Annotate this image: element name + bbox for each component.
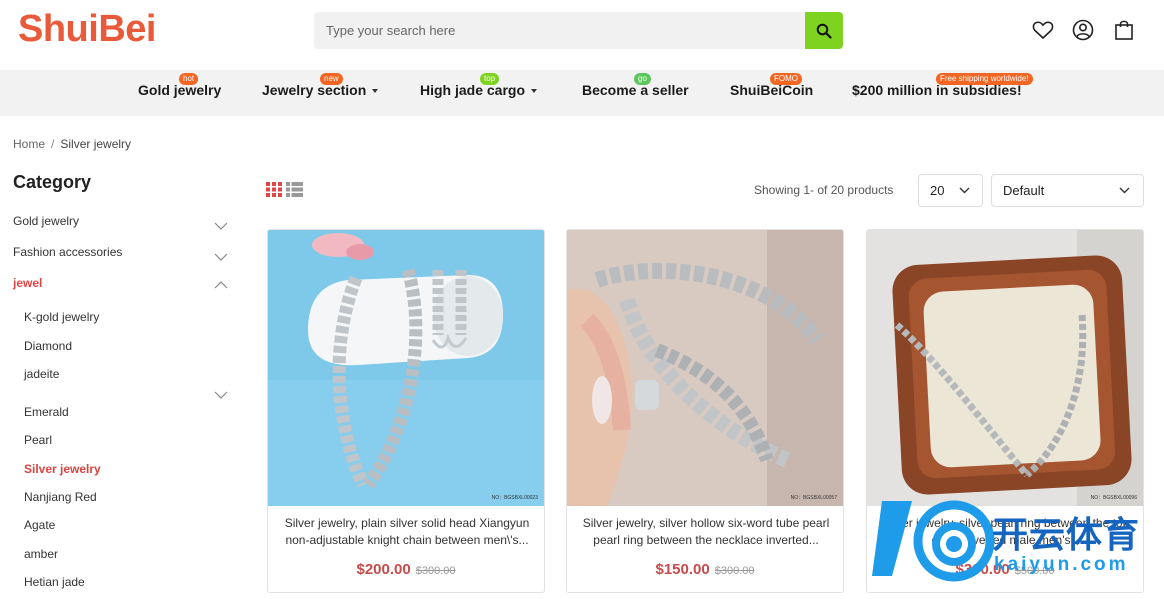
chevron-up-icon[interactable]	[214, 281, 228, 289]
nav-badge: Free shipping worldwide!	[936, 73, 1033, 85]
account-button[interactable]	[1072, 19, 1094, 41]
search-input[interactable]	[314, 12, 805, 49]
breadcrumb: Home / Silver jewelry	[13, 137, 131, 151]
per-page-select[interactable]: 20	[918, 174, 983, 207]
nav-badge: hot	[179, 73, 199, 85]
nav-badge: go	[634, 73, 651, 85]
watermark-cn-text: 开云体育	[992, 515, 1141, 556]
product-old-price: $300.00	[714, 565, 755, 577]
breadcrumb-separator: /	[51, 137, 55, 151]
subcategory-pearl[interactable]: Pearl	[24, 433, 52, 447]
chevron-down-icon[interactable]	[214, 253, 228, 261]
shopping-bag-icon	[1115, 20, 1133, 40]
nav-subsidies[interactable]: $200 million in subsidies! Free shipping…	[852, 73, 1033, 98]
subcategory-diamond[interactable]: Diamond	[24, 339, 72, 353]
chevron-down-icon[interactable]	[214, 391, 228, 399]
category-title: Category	[13, 172, 92, 192]
subcategory-silver-jewelry[interactable]: Silver jewelry	[24, 462, 101, 476]
product-price: $200.00	[356, 561, 411, 578]
category-jewel[interactable]: jewel	[13, 276, 42, 290]
product-card[interactable]: NO：BGSBXL00057 Silver jewelry, silver ho…	[566, 229, 844, 593]
category-gold-jewelry[interactable]: Gold jewelry	[13, 214, 79, 228]
user-icon	[1072, 19, 1094, 41]
nav-badge: FOMO	[770, 73, 802, 85]
subcategory-amber[interactable]: amber	[24, 547, 58, 561]
subcategory-nanjiang-red[interactable]: Nanjiang Red	[24, 490, 97, 504]
product-title[interactable]: Silver jewelry, silver hollow six-word t…	[573, 515, 839, 549]
product-image[interactable]: NO：BGSBXL00096	[867, 230, 1143, 506]
product-image[interactable]: NO：BGSBXL00057	[567, 230, 843, 506]
nav-badge: new	[320, 73, 343, 85]
search-button[interactable]	[805, 12, 843, 49]
chevron-down-icon	[1119, 187, 1130, 194]
subcategory-hetian-jade[interactable]: Hetian jade	[24, 575, 85, 589]
caret-down-icon	[372, 89, 379, 94]
cart-button[interactable]	[1113, 19, 1135, 41]
breadcrumb-current: Silver jewelry	[60, 137, 132, 151]
nav-label: Become a seller	[582, 82, 689, 98]
wishlist-button[interactable]	[1032, 19, 1054, 41]
product-sku: NO：BGSBXL00023	[491, 495, 538, 501]
result-count: Showing 1- of 20 products	[754, 183, 894, 197]
per-page-value: 20	[930, 183, 945, 198]
watermark-overlay: 开云体育 kaiyun.com	[872, 496, 1157, 586]
product-prices: $150.00 $300.00	[567, 561, 843, 579]
nav-high-jade-cargo[interactable]: High jade cargo top	[420, 73, 538, 98]
nav-label: Gold jewelry	[138, 82, 222, 98]
caret-down-icon	[531, 89, 538, 94]
subcategory-emerald[interactable]: Emerald	[24, 405, 69, 419]
sort-value: Default	[1003, 183, 1045, 198]
nav-gold-jewelry[interactable]: Gold jewelry hot	[138, 73, 222, 98]
nav-badge: top	[480, 73, 500, 85]
chevron-down-icon[interactable]	[214, 222, 228, 230]
category-fashion-accessories[interactable]: Fashion accessories	[13, 245, 122, 259]
breadcrumb-home[interactable]: Home	[13, 137, 45, 151]
watermark-url-text: kaiyun.com	[994, 554, 1129, 575]
site-header: ShuiBei	[0, 0, 1164, 70]
nav-label: ShuiBeiCoin	[730, 82, 814, 98]
search-bar	[314, 12, 843, 49]
product-image[interactable]: NO：BGSBXL00023	[268, 230, 544, 506]
subcategory-k-gold-jewelry[interactable]: K-gold jewelry	[24, 310, 99, 324]
product-card[interactable]: NO：BGSBXL00023 Silver jewelry, plain sil…	[267, 229, 545, 593]
nav-label: Jewelry section	[262, 82, 367, 98]
product-title[interactable]: Silver jewelry, plain silver solid head …	[274, 515, 540, 549]
chevron-down-icon	[959, 187, 970, 194]
product-prices: $200.00 $300.00	[268, 561, 544, 579]
subcategory-jadeite[interactable]: jadeite	[24, 367, 59, 381]
site-logo[interactable]: ShuiBei	[18, 8, 156, 51]
nav-label: High jade cargo	[420, 82, 526, 98]
sort-select[interactable]: Default	[991, 174, 1144, 207]
main-nav: Gold jewelry hot Jewelry section new Hig…	[0, 70, 1164, 116]
search-icon	[816, 23, 832, 39]
nav-jewelry-section[interactable]: Jewelry section new	[262, 73, 379, 98]
product-price: $150.00	[655, 561, 710, 578]
grid-view-icon[interactable]	[266, 182, 282, 197]
nav-shuibeicoin[interactable]: ShuiBeiCoin FOMO	[730, 73, 814, 98]
heart-icon	[1032, 21, 1054, 39]
product-old-price: $300.00	[415, 565, 456, 577]
product-sku: NO：BGSBXL00057	[790, 495, 837, 501]
subcategory-agate[interactable]: Agate	[24, 518, 55, 532]
list-view-icon[interactable]	[286, 182, 303, 197]
nav-become-seller[interactable]: Become a seller go	[582, 73, 689, 98]
